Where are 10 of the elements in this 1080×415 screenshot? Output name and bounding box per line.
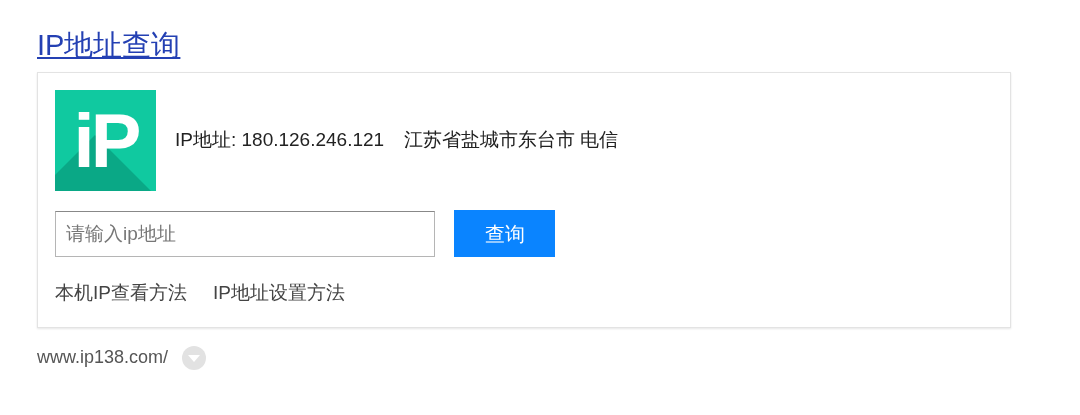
logo-icon: iP [55,90,156,191]
url-text: www.ip138.com/ [37,346,169,369]
dropdown-icon[interactable] [182,345,207,370]
help-link[interactable]: IP地址设置方法 [212,279,345,308]
ip-input-field[interactable]: 请输入ip地址 [55,210,435,257]
result-title-link[interactable]: IP地址查询 [37,29,181,61]
help-link[interactable]: 本机IP查看方法 [55,279,187,308]
search-button[interactable]: 查询 [454,210,555,257]
ip-address-text: IP地址: 180.126.246.121 [175,128,385,153]
location-text: 江苏省盐城市东台市 电信 [404,128,619,153]
